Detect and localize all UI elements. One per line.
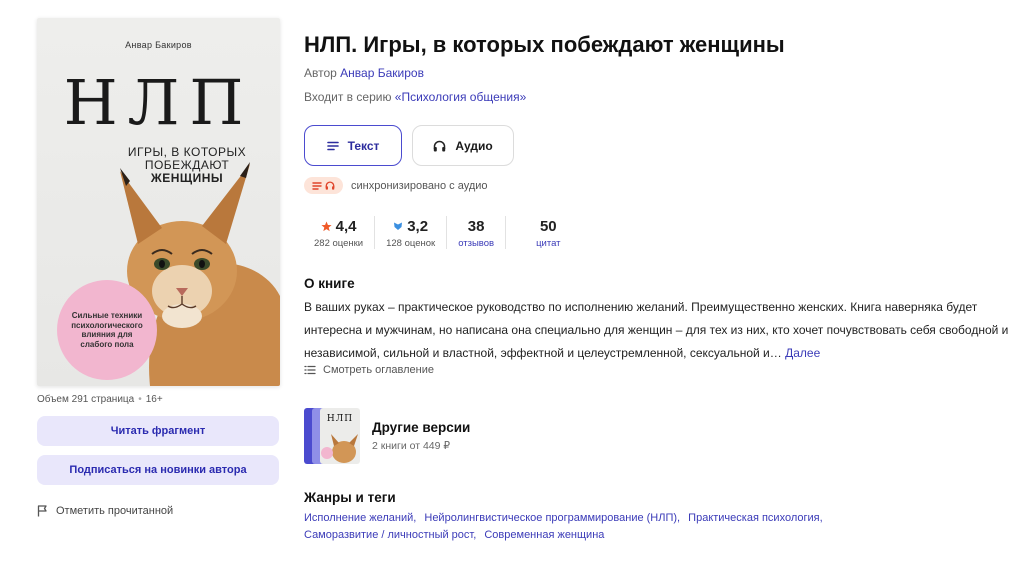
text-lines-icon (326, 141, 339, 150)
genres-heading: Жанры и теги (304, 490, 396, 505)
second-rating-count: 128 оценок (386, 238, 436, 249)
book-description: В ваших руках – практическое руководство… (304, 296, 1020, 365)
page-count: Объем 291 страница (37, 394, 135, 405)
rating-count: 282 оценки (314, 238, 364, 249)
audio-format-button[interactable]: Аудио (412, 125, 514, 166)
sync-label: синхронизировано с аудио (351, 179, 488, 192)
tag-link[interactable]: Современная женщина (484, 529, 604, 541)
subscribe-author-button[interactable]: Подписаться на новинки автора (37, 455, 279, 485)
stats-row: 4,4 282 оценки 3,2 128 оценок 38 отзывов… (304, 216, 577, 249)
sync-note: синхронизировано с аудио (304, 177, 488, 194)
age-rating: 16+ (145, 394, 163, 405)
series-link[interactable]: «Психология общения» (395, 90, 526, 104)
other-versions[interactable]: НЛП Другие версии 2 книги от 449 ₽ (304, 408, 470, 464)
stat-reviews[interactable]: 38 отзывов (446, 216, 505, 249)
page-title: НЛП. Игры, в которых побеждают женщины (304, 32, 785, 57)
genre-tags: Исполнение желаний, Нейролингвистическое… (304, 510, 1004, 544)
reviews-link[interactable]: отзывов (458, 238, 494, 249)
text-format-label: Текст (347, 138, 380, 153)
author-line: Автор Анвар Бакиров (304, 66, 424, 80)
toc-link[interactable]: Смотреть оглавление (304, 364, 434, 376)
tag-link[interactable]: Практическая психология, (688, 512, 822, 524)
cover-author: Анвар Бакиров (125, 40, 192, 50)
flag-icon (37, 505, 47, 517)
text-lines-icon (312, 181, 322, 190)
author-label: Автор (304, 66, 337, 80)
mark-read-label: Отметить прочитанной (56, 505, 174, 517)
description-text: В ваших руках – практическое руководство… (304, 300, 1009, 360)
audio-format-label: Аудио (455, 138, 493, 153)
cover-title: НЛП (63, 66, 254, 139)
headphones-icon (325, 181, 335, 190)
versions-title: Другие версии (372, 420, 471, 435)
read-fragment-button[interactable]: Читать фрагмент (37, 416, 279, 446)
tag-link[interactable]: Нейролингвистическое программирование (Н… (424, 512, 680, 524)
about-heading: О книге (304, 276, 355, 291)
star-icon (321, 221, 332, 231)
quotes-link[interactable]: цитат (536, 238, 560, 249)
text-format-button[interactable]: Текст (304, 125, 402, 166)
series-line: Входит в серию «Психология общения» (304, 90, 526, 104)
toc-label: Смотреть оглавление (323, 364, 435, 376)
stat-quotes[interactable]: 50 цитат (505, 216, 576, 249)
thumbnail-title: НЛП (326, 414, 354, 424)
tag-link[interactable]: Саморазвитие / личностный рост, (304, 529, 476, 541)
list-icon (304, 365, 316, 375)
stat-rating[interactable]: 4,4 282 оценки (304, 216, 374, 250)
versions-price: 2 книги от 449 ₽ (372, 440, 451, 452)
rating-value: 4,4 (335, 217, 357, 235)
cover-badge: Сильные техники психологического влияния… (57, 280, 157, 380)
reviews-count: 38 (467, 217, 485, 235)
headphones-icon (434, 140, 446, 151)
mark-read-button[interactable]: Отметить прочитанной (37, 505, 173, 517)
book-cover[interactable]: Анвар Бакиров НЛП ИГРЫ, В КОТОРЫХ ПОБЕЖД… (37, 18, 280, 386)
series-label: Входит в серию (304, 90, 392, 104)
shield-icon (394, 222, 403, 230)
quotes-count: 50 (539, 217, 557, 235)
stat-second-rating[interactable]: 3,2 128 оценок (374, 216, 446, 249)
second-rating-value: 3,2 (407, 217, 429, 235)
read-more-link[interactable]: Далее (785, 346, 820, 360)
sync-badge (304, 177, 343, 194)
book-meta: Объем 291 страница • 16+ (37, 394, 163, 405)
author-link[interactable]: Анвар Бакиров (340, 66, 424, 80)
tag-link[interactable]: Исполнение желаний, (304, 512, 416, 524)
versions-thumbnail: НЛП (304, 408, 360, 464)
